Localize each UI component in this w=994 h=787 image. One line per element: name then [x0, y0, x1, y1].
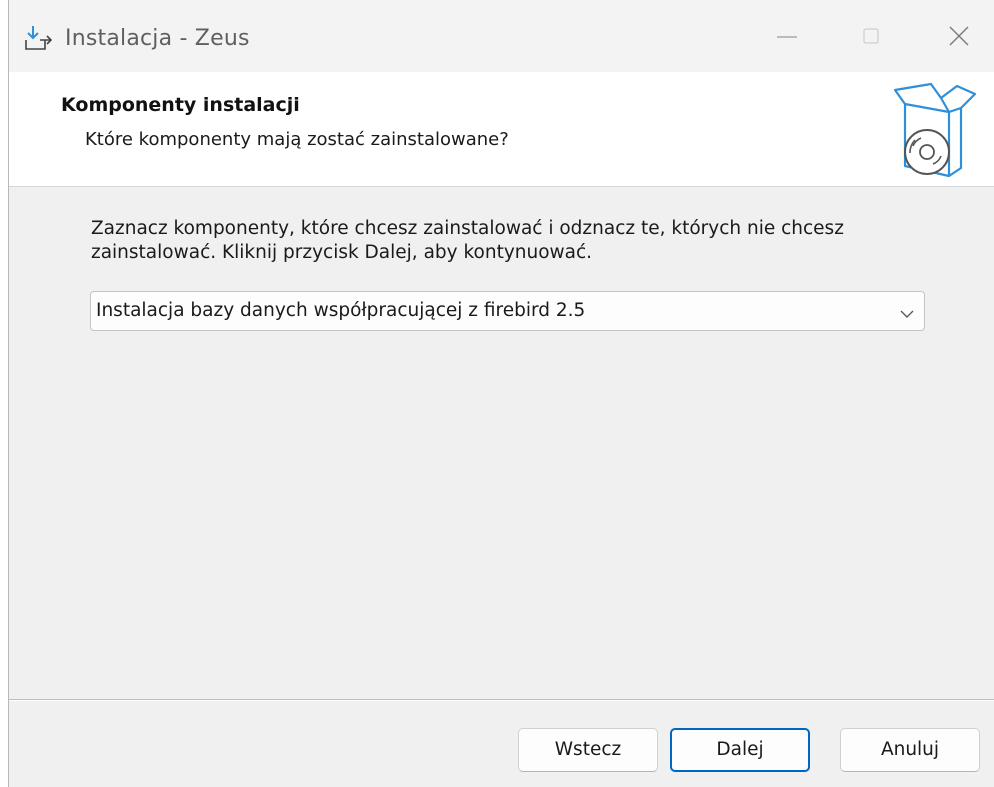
window-title: Instalacja - Zeus: [65, 26, 250, 51]
instructions-text: Zaznacz komponenty, które chcesz zainsta…: [91, 218, 844, 263]
next-button[interactable]: Dalej: [670, 728, 810, 772]
component-type-value: Instalacja bazy danych współpracującej z…: [96, 300, 586, 321]
wizard-header: Komponenty instalacji Które komponenty m…: [9, 72, 994, 187]
installer-window: Instalacja - Zeus Komponenty instalacji …: [8, 0, 994, 787]
minimize-icon: [777, 36, 797, 38]
maximize-icon: [863, 28, 879, 44]
component-type-select[interactable]: Instalacja bazy danych współpracującej z…: [90, 291, 925, 331]
close-icon: [949, 26, 969, 46]
footer-divider-highlight: [9, 700, 994, 701]
minimize-button[interactable]: [767, 18, 807, 54]
close-button[interactable]: [939, 18, 979, 54]
cancel-button[interactable]: Anuluj: [840, 728, 980, 772]
chevron-down-icon: [900, 305, 914, 324]
page-title: Komponenty instalacji: [61, 94, 300, 116]
package-box-disc-icon: [891, 78, 977, 182]
maximize-button: [851, 18, 891, 54]
title-bar[interactable]: Instalacja - Zeus: [9, 0, 994, 72]
installer-download-icon: [23, 22, 55, 54]
back-button[interactable]: Wstecz: [518, 728, 658, 772]
page-subtitle: Które komponenty mają zostać zainstalowa…: [85, 129, 509, 150]
